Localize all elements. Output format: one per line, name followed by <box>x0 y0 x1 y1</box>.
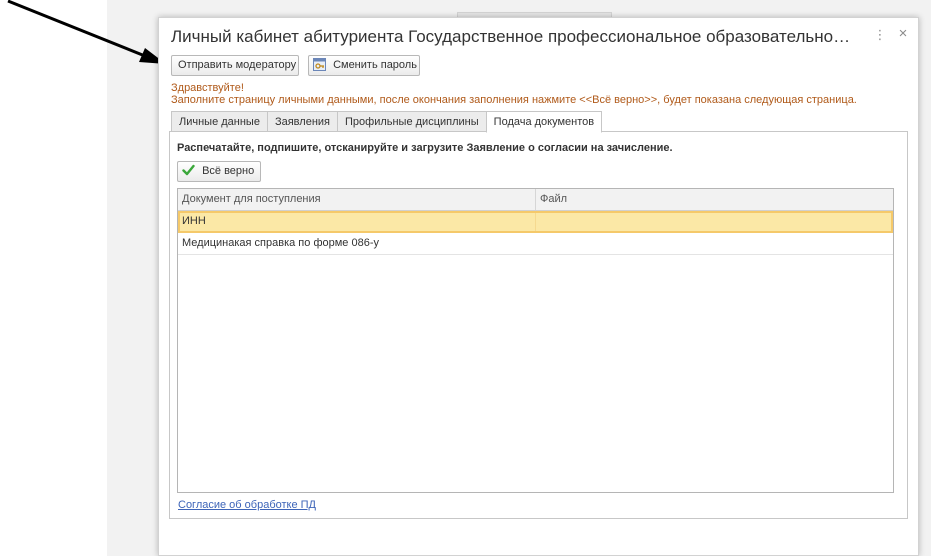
cell-document: ИНН <box>178 211 536 232</box>
greeting-instructions: Заполните страницу личными данными, посл… <box>171 94 857 106</box>
more-options-icon[interactable]: ⋮ <box>873 27 887 45</box>
checkmark-icon <box>182 164 195 176</box>
tab-profile-disciplines[interactable]: Профильные дисциплины <box>337 111 486 132</box>
tab-bar: Личные данные Заявления Профильные дисци… <box>171 111 603 133</box>
cabinet-window: Личный кабинет абитуриента Государственн… <box>158 17 919 556</box>
all-correct-label: Всё верно <box>202 165 255 177</box>
documents-table: Документ для поступления Файл ИНН Медици… <box>177 188 894 493</box>
column-header-file[interactable]: Файл <box>536 189 893 210</box>
tab-applications[interactable]: Заявления <box>266 111 337 132</box>
change-password-button[interactable]: Сменить пароль <box>308 55 420 76</box>
greeting-hello: Здравствуйте! <box>171 82 244 94</box>
close-icon[interactable]: × <box>895 25 911 45</box>
change-password-label: Сменить пароль <box>333 59 417 71</box>
table-row[interactable]: ИНН <box>178 211 893 233</box>
table-header: Документ для поступления Файл <box>178 189 893 211</box>
screen: Личный кабинет абитуриента Государственн… <box>0 0 931 556</box>
window-title: Личный кабинет абитуриента Государственн… <box>171 27 851 46</box>
cell-file[interactable] <box>536 211 893 232</box>
tab-document-submission[interactable]: Подача документов <box>485 111 603 133</box>
upload-instruction: Распечатайте, подпишите, отсканируйте и … <box>177 142 673 154</box>
cell-document: Медицинакая справка по форме 086-у <box>182 237 379 249</box>
column-header-document[interactable]: Документ для поступления <box>178 189 536 210</box>
greeting-message: Здравствуйте! Заполните страницу личными… <box>171 82 857 106</box>
table-row[interactable]: Медицинакая справка по форме 086-у <box>178 233 893 255</box>
send-to-moderator-button[interactable]: Отправить модератору <box>171 55 299 76</box>
tab-personal-data[interactable]: Личные данные <box>171 111 267 132</box>
send-to-moderator-label: Отправить модератору <box>178 59 297 71</box>
cell-file[interactable] <box>536 233 893 254</box>
all-correct-button[interactable]: Всё верно <box>177 161 261 182</box>
key-window-icon <box>313 57 326 71</box>
consent-personal-data-link[interactable]: Согласие об обработке ПД <box>178 499 316 511</box>
